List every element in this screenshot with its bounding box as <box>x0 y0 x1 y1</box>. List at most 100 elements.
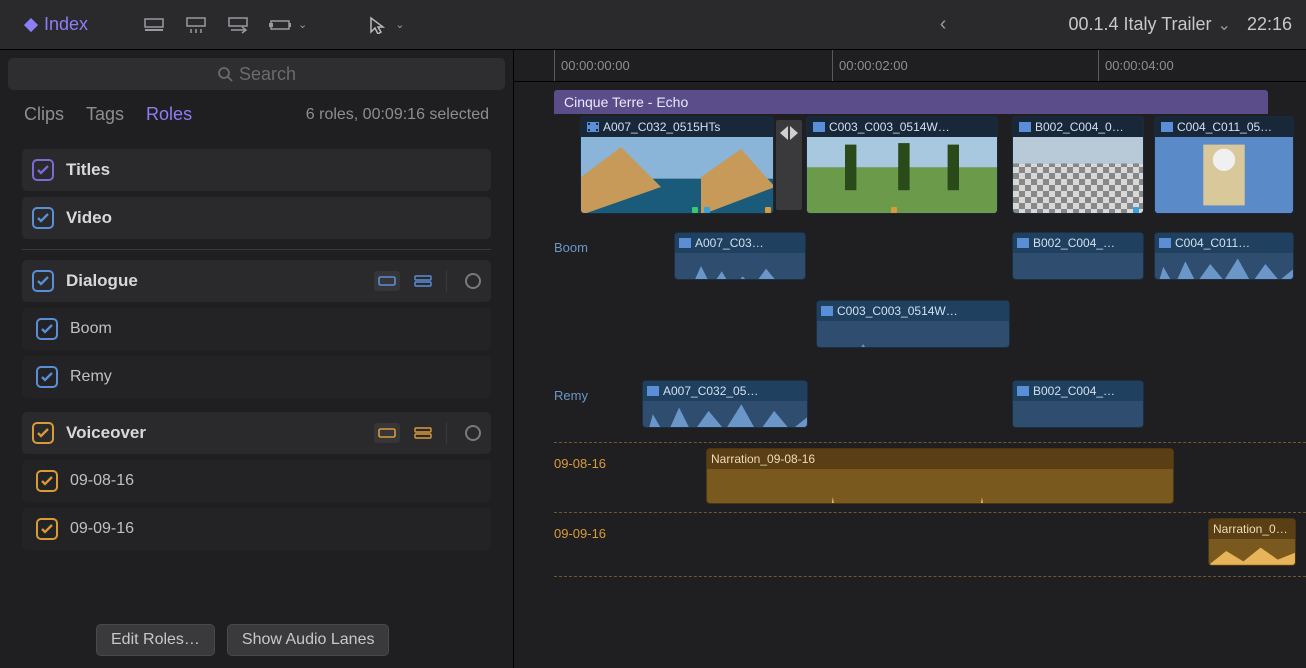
checkbox-icon[interactable] <box>36 366 58 388</box>
subrole-boom[interactable]: Boom <box>22 308 491 350</box>
tool-insert-button[interactable] <box>178 10 214 40</box>
collapse-subroles-button[interactable] <box>374 423 400 443</box>
edit-roles-button[interactable]: Edit Roles… <box>96 624 215 656</box>
video-clip[interactable]: B002_C004_0… <box>1012 116 1144 214</box>
checkbox-icon[interactable] <box>32 270 54 292</box>
clip-icon <box>647 386 659 396</box>
search-input[interactable]: Search <box>8 58 505 90</box>
waveform <box>1013 401 1143 428</box>
video-icon <box>1161 122 1173 132</box>
tool-trim-button[interactable] <box>136 10 172 40</box>
waveform <box>643 401 807 428</box>
waveform <box>1209 539 1295 565</box>
clip-icon <box>1017 238 1029 248</box>
video-clip[interactable]: C003_C003_0514W… <box>806 116 998 214</box>
role-label: Voiceover <box>66 423 146 443</box>
tracks[interactable]: Cinque Terre - Echo A007_C032_0515HTs C0… <box>514 82 1306 668</box>
subrole-09-08-16[interactable]: 09-08-16 <box>22 460 491 502</box>
audio-clip[interactable]: C003_C003_0514W… <box>816 300 1010 348</box>
checkbox-icon[interactable] <box>36 318 58 340</box>
timeline[interactable]: 00:00:00:00 00:00:02:00 00:00:04:00 Cinq… <box>514 50 1306 668</box>
focus-button[interactable] <box>465 273 481 289</box>
role-titles[interactable]: Titles <box>22 149 491 191</box>
waveform <box>1155 253 1293 280</box>
lane-label-vo2: 09-09-16 <box>554 526 606 541</box>
index-label: Index <box>44 14 88 35</box>
subrole-remy[interactable]: Remy <box>22 356 491 398</box>
clip-label: B002_C004_0… <box>1035 120 1124 134</box>
clip-icon <box>821 306 833 316</box>
tool-append-button[interactable] <box>220 10 256 40</box>
roles-status: 6 roles, 00:09:16 selected <box>306 106 489 124</box>
subrole-09-09-16[interactable]: 09-09-16 <box>22 508 491 550</box>
chevron-down-icon[interactable]: ⌄ <box>1218 15 1231 35</box>
video-clip[interactable]: C004_C011_05… <box>1154 116 1294 214</box>
tab-tags[interactable]: Tags <box>86 104 124 125</box>
clip-label: Narration_09-08-16 <box>711 452 815 466</box>
audio-clip[interactable]: A007_C032_05… <box>642 380 808 428</box>
ruler-tick: 00:00:00:00 <box>554 50 636 81</box>
tool-select-button[interactable] <box>359 10 395 40</box>
index-button[interactable]: Index <box>14 12 98 37</box>
video-icon <box>587 122 599 132</box>
chevron-down-icon[interactable]: ⌄ <box>395 18 404 31</box>
checkbox-icon[interactable] <box>36 518 58 540</box>
audio-clip[interactable]: B002_C004_… <box>1012 380 1144 428</box>
audio-clip[interactable]: Narration_0… <box>1208 518 1296 566</box>
search-placeholder: Search <box>239 64 296 85</box>
clip-label: B002_C004_… <box>1033 384 1115 398</box>
timeline-index: Search Clips Tags Roles 6 roles, 00:09:1… <box>0 50 514 668</box>
audio-clip[interactable]: A007_C03… <box>674 232 806 280</box>
expand-subroles-button[interactable] <box>410 271 436 291</box>
audio-clip[interactable]: B002_C004_… <box>1012 232 1144 280</box>
video-clip[interactable]: A007_C032_0515HTs <box>580 116 774 214</box>
storyline-title[interactable]: Cinque Terre - Echo <box>554 90 1268 114</box>
checkbox-icon[interactable] <box>32 159 54 181</box>
waveform <box>1013 253 1143 280</box>
lane-label-vo1: 09-08-16 <box>554 456 606 471</box>
ruler-tick: 00:00:02:00 <box>832 50 914 81</box>
role-dialogue[interactable]: Dialogue <box>22 260 491 302</box>
checkbox-icon[interactable] <box>36 470 58 492</box>
waveform <box>675 253 805 280</box>
back-button[interactable]: ‹ <box>940 13 947 36</box>
collapse-subroles-button[interactable] <box>374 271 400 291</box>
waveform <box>817 321 1009 348</box>
focus-button[interactable] <box>465 425 481 441</box>
subrole-label: 09-08-16 <box>70 472 134 490</box>
thumbnail <box>807 137 997 213</box>
chevron-down-icon[interactable]: ⌄ <box>298 18 307 31</box>
subrole-label: 09-09-16 <box>70 520 134 538</box>
transition[interactable] <box>776 120 802 210</box>
lane-divider <box>554 512 1306 513</box>
lane-label-boom: Boom <box>554 240 588 255</box>
toolbar: Index ⌄ ⌄ ‹ 00.1.4 Italy Trailer ⌄ 22:16 <box>0 0 1306 50</box>
expand-subroles-button[interactable] <box>410 423 436 443</box>
show-audio-lanes-button[interactable]: Show Audio Lanes <box>227 624 390 656</box>
video-icon <box>1019 122 1031 132</box>
waveform <box>707 469 1173 504</box>
tab-clips[interactable]: Clips <box>24 104 64 125</box>
clip-label: Narration_0… <box>1213 522 1288 536</box>
thumbnail <box>1013 137 1143 213</box>
lane-label-remy: Remy <box>554 388 588 403</box>
clip-label: A007_C032_0515HTs <box>603 120 720 134</box>
thumbnail <box>581 137 773 213</box>
role-video[interactable]: Video <box>22 197 491 239</box>
tool-overwrite-button[interactable] <box>262 10 298 40</box>
subrole-label: Boom <box>70 320 112 338</box>
checkbox-icon[interactable] <box>32 207 54 229</box>
audio-clip[interactable]: C004_C011… <box>1154 232 1294 280</box>
search-icon <box>217 66 233 82</box>
ruler[interactable]: 00:00:00:00 00:00:02:00 00:00:04:00 <box>514 50 1306 82</box>
diamond-icon <box>24 18 38 32</box>
tab-roles[interactable]: Roles <box>146 104 192 125</box>
project-name[interactable]: 00.1.4 Italy Trailer <box>1068 14 1211 35</box>
audio-clip[interactable]: Narration_09-08-16 <box>706 448 1174 504</box>
role-voiceover[interactable]: Voiceover <box>22 412 491 454</box>
clip-label: A007_C032_05… <box>663 384 758 398</box>
lane-divider <box>554 576 1306 577</box>
divider <box>22 249 491 250</box>
checkbox-icon[interactable] <box>32 422 54 444</box>
timecode: 22:16 <box>1247 14 1292 35</box>
